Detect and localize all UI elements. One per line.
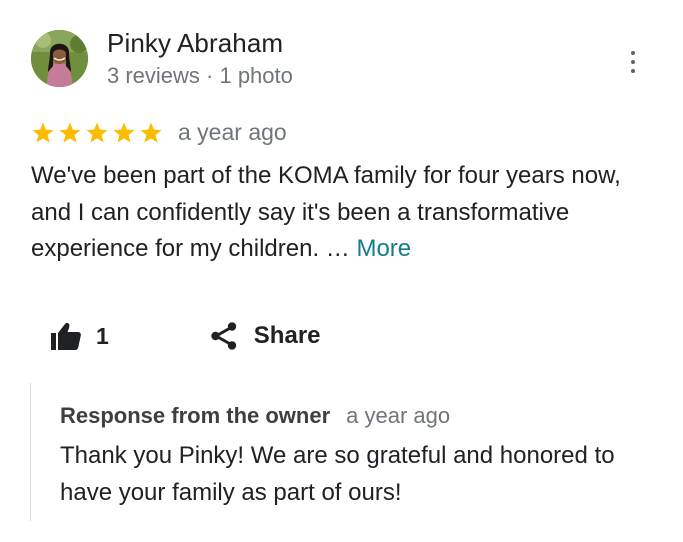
owner-response-header: Response from the owner a year ago <box>60 403 670 429</box>
more-dot <box>631 60 635 64</box>
author-name[interactable]: Pinky Abraham <box>107 28 283 59</box>
share-label: Share <box>253 322 321 349</box>
avatar-photo <box>31 30 88 87</box>
rating-row: a year ago <box>31 119 287 146</box>
like-count: 1 <box>96 322 109 349</box>
review-date: a year ago <box>178 119 287 145</box>
owner-response-text: Thank you Pinky! We are so grateful and … <box>60 442 615 506</box>
review-actions: 1 Share <box>50 316 321 356</box>
owner-response-date: a year ago <box>346 403 451 428</box>
avatar[interactable] <box>31 30 88 87</box>
owner-response: Response from the owner a year ago Thank… <box>30 383 670 521</box>
star-icon <box>86 122 108 142</box>
review-card: Pinky Abraham 3 reviews · 1 photo a year… <box>0 0 683 542</box>
more-dot <box>631 69 635 73</box>
author-meta[interactable]: 3 reviews · 1 photo <box>107 63 293 89</box>
star-icon <box>32 122 54 142</box>
review-body: We've been part of the KOMA family for f… <box>31 162 621 262</box>
star-icon <box>113 122 135 142</box>
more-dot <box>631 51 635 55</box>
share-icon <box>211 322 236 350</box>
more-vert-icon[interactable] <box>620 44 646 80</box>
like-button[interactable]: 1 <box>50 321 109 351</box>
star-icon <box>59 122 81 142</box>
owner-response-title: Response from the owner <box>60 403 331 428</box>
star-rating <box>31 121 163 145</box>
thumbs-up-icon <box>51 322 81 350</box>
star-icon <box>140 122 162 142</box>
review-text: We've been part of the KOMA family for f… <box>31 158 651 268</box>
more-link[interactable]: More <box>356 235 411 262</box>
share-button[interactable]: Share <box>209 321 321 351</box>
